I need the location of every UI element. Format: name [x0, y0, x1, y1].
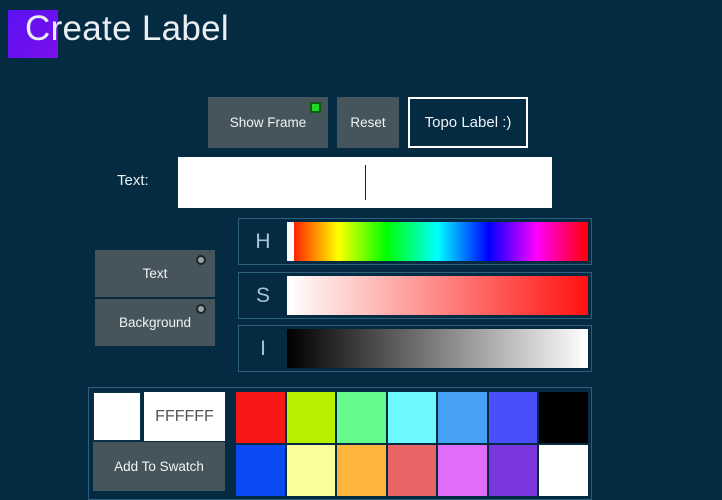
swatch-cell[interactable]	[539, 445, 588, 496]
swatch-cell[interactable]	[236, 392, 285, 443]
text-cursor	[365, 165, 366, 200]
target-background-label: Background	[118, 315, 192, 330]
swatch-color-grid	[236, 392, 588, 496]
saturation-slider-track[interactable]	[287, 276, 588, 315]
swatch-cell[interactable]	[286, 392, 336, 443]
swatch-cell[interactable]	[236, 445, 285, 496]
show-frame-button[interactable]: Show Frame	[208, 97, 328, 148]
reset-button[interactable]: Reset	[337, 97, 399, 148]
swatch-cell[interactable]	[286, 445, 336, 496]
frame-toggle-indicator-icon[interactable]	[310, 102, 321, 113]
swatch-cell[interactable]	[488, 392, 538, 443]
radio-dot-icon[interactable]	[196, 304, 206, 314]
hue-slider-track[interactable]	[287, 222, 588, 261]
swatch-cell[interactable]	[539, 392, 588, 443]
intensity-slider-label: I	[260, 336, 266, 360]
intensity-slider[interactable]: I	[238, 325, 592, 372]
swatch-cell[interactable]	[337, 392, 386, 443]
hue-slider[interactable]: H	[238, 218, 592, 265]
show-frame-label: Show Frame	[229, 115, 307, 130]
add-to-swatch-label: Add To Swatch	[114, 459, 204, 474]
intensity-slider-handle[interactable]	[581, 329, 588, 368]
radio-dot-icon[interactable]	[196, 255, 206, 265]
target-text-label: Text	[142, 266, 168, 281]
text-field-label: Text:	[117, 172, 149, 189]
add-to-swatch-button[interactable]: Add To Swatch	[93, 442, 225, 491]
saturation-slider-label: S	[255, 283, 270, 307]
intensity-slider-track[interactable]	[287, 329, 588, 368]
reset-label: Reset	[350, 115, 386, 130]
swatch-cell[interactable]	[387, 392, 437, 443]
hue-slider-handle[interactable]	[287, 222, 294, 261]
target-background-radio[interactable]: Background	[95, 299, 215, 346]
swatch-panel: FFFFFF Add To Swatch	[88, 387, 592, 500]
swatch-cell[interactable]	[488, 445, 538, 496]
topo-label-button[interactable]: Topo Label :)	[408, 97, 528, 148]
hex-value-input[interactable]: FFFFFF	[144, 392, 225, 441]
topo-label-text: Topo Label :)	[424, 114, 512, 131]
hue-slider-label: H	[255, 229, 271, 253]
page-title: Create Label	[25, 9, 230, 48]
target-text-radio[interactable]: Text	[95, 250, 215, 297]
saturation-slider-handle[interactable]	[287, 276, 294, 315]
app-header: Create Label	[0, 0, 722, 70]
swatch-cell[interactable]	[438, 392, 487, 443]
swatch-cell[interactable]	[337, 445, 386, 496]
current-color-preview[interactable]	[93, 392, 141, 441]
swatch-cell[interactable]	[438, 445, 487, 496]
label-text-input[interactable]	[178, 157, 552, 208]
saturation-slider[interactable]: S	[238, 272, 592, 319]
swatch-cell[interactable]	[387, 445, 437, 496]
